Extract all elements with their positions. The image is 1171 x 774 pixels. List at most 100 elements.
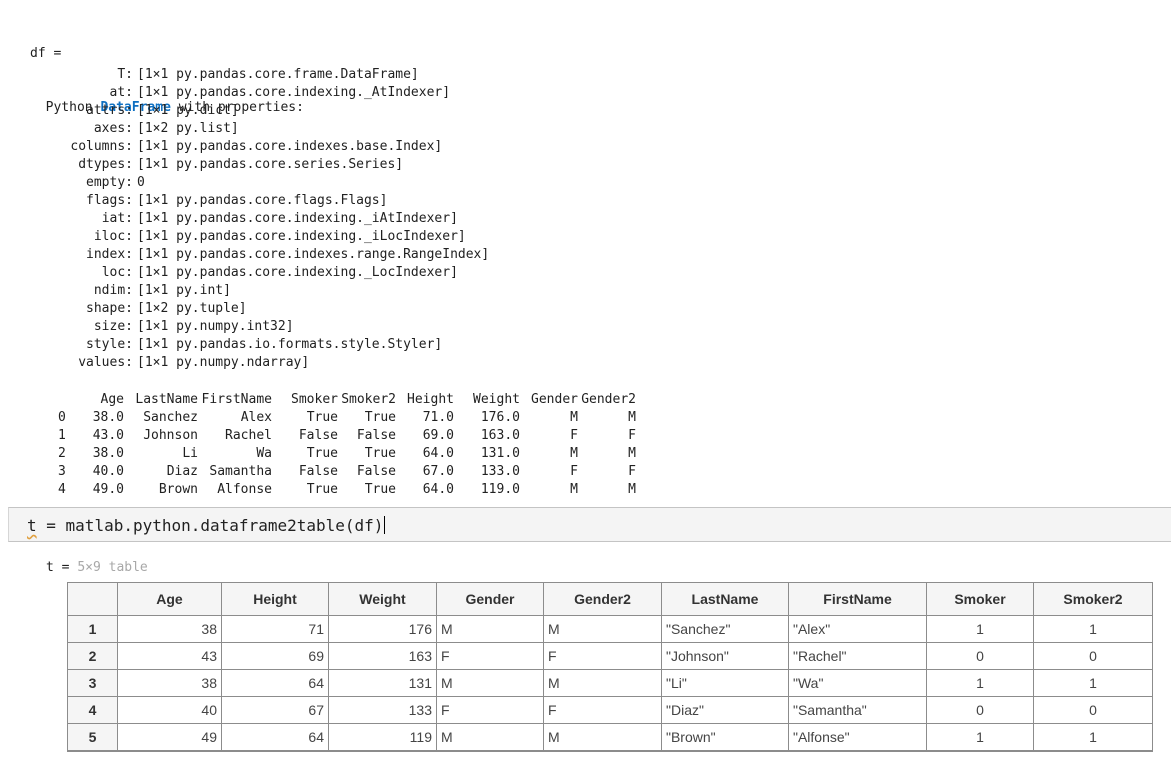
property-name: dtypes: — [78, 157, 133, 172]
table-column-header[interactable]: Gender2 — [543, 582, 662, 616]
pandas-cell: 131.0 — [480, 446, 520, 461]
table-cell[interactable]: 64 — [221, 723, 329, 751]
variable-name-line: df = — [30, 46, 62, 61]
table-cell[interactable]: 1 — [926, 615, 1034, 643]
pandas-row-index: 2 — [58, 446, 66, 461]
table-cell[interactable]: M — [436, 669, 544, 697]
table-cell[interactable]: F — [543, 696, 662, 724]
table-cell[interactable]: M — [436, 723, 544, 751]
table-cell[interactable]: 49 — [117, 723, 222, 751]
pandas-row-index: 4 — [58, 482, 66, 497]
pandas-cell: F — [628, 428, 636, 443]
pandas-cell: True — [306, 482, 338, 497]
property-value: [1×1 py.pandas.core.flags.Flags] — [137, 193, 388, 208]
table-row: 2 43 69 163 F F "Johnson" "Rachel" 0 0 — [67, 642, 1153, 670]
table-cell[interactable]: 119 — [328, 723, 437, 751]
command-text[interactable]: t = matlab.python.dataframe2table(df) — [27, 516, 386, 535]
table-cell[interactable]: 131 — [328, 669, 437, 697]
command-expression: = matlab.python.dataframe2table(df) — [36, 516, 384, 535]
table-column-header[interactable]: Age — [117, 582, 222, 616]
pandas-cell: False — [356, 464, 396, 479]
table-cell[interactable]: F — [436, 642, 544, 670]
property-name: index: — [86, 247, 133, 262]
table-cell[interactable]: "Alfonse" — [788, 723, 927, 751]
pandas-cell: True — [306, 446, 338, 461]
pandas-cell: 71.0 — [422, 410, 454, 425]
table-cell[interactable]: M — [436, 615, 544, 643]
table-cell[interactable]: 67 — [221, 696, 329, 724]
table-cell[interactable]: 1 — [1033, 723, 1153, 751]
table-cell[interactable]: "Sanchez" — [661, 615, 789, 643]
pandas-row: 3 40.0 Diaz Samantha False False 67.0 133.0 F F — [58, 463, 636, 481]
command-input[interactable]: t = matlab.python.dataframe2table(df) — [8, 507, 1171, 542]
table-cell[interactable]: 1 — [1033, 669, 1153, 697]
table-cell[interactable]: "Johnson" — [661, 642, 789, 670]
table-cell[interactable]: 0 — [926, 696, 1034, 724]
table-column-header[interactable]: Smoker2 — [1033, 582, 1153, 616]
table-cell[interactable]: 1 — [926, 723, 1034, 751]
table-cell[interactable]: 176 — [328, 615, 437, 643]
table-cell[interactable]: 71 — [221, 615, 329, 643]
pandas-cell: Wa — [256, 446, 272, 461]
property-row: T: [1×1 py.pandas.core.frame.DataFrame] — [0, 66, 489, 84]
table-cell[interactable]: 1 — [1033, 615, 1153, 643]
pandas-column-header — [58, 391, 80, 409]
pandas-row-index: 1 — [58, 428, 66, 443]
table-cell[interactable]: "Wa" — [788, 669, 927, 697]
table-cell[interactable]: 38 — [117, 669, 222, 697]
table-cell[interactable]: 38 — [117, 615, 222, 643]
table-cell[interactable]: 64 — [221, 669, 329, 697]
table-cell[interactable]: 133 — [328, 696, 437, 724]
pandas-cell: M — [628, 410, 636, 425]
table-column-header[interactable]: Weight — [328, 582, 437, 616]
table-cell[interactable]: "Alex" — [788, 615, 927, 643]
table-cell[interactable]: M — [543, 615, 662, 643]
property-value: [1×1 py.pandas.core.indexing._LocIndexer… — [137, 265, 458, 280]
table-column-header[interactable]: Gender — [436, 582, 544, 616]
pandas-cell: 43.0 — [92, 428, 124, 443]
pandas-cell: True — [364, 446, 396, 461]
table-column-header[interactable]: Smoker — [926, 582, 1034, 616]
property-row: shape: [1×2 py.tuple] — [0, 300, 489, 318]
property-row: at: [1×1 py.pandas.core.indexing._AtIndex… — [0, 84, 489, 102]
table-cell[interactable]: M — [543, 669, 662, 697]
property-value: [1×1 py.pandas.core.series.Series] — [137, 157, 404, 172]
pandas-cell: Diaz — [166, 464, 198, 479]
pandas-column-header: Weight — [473, 392, 520, 407]
property-value: [1×1 py.pandas.core.indexing._iLocIndexe… — [137, 229, 466, 244]
pandas-cell: False — [298, 428, 338, 443]
table-cell[interactable]: 163 — [328, 642, 437, 670]
pandas-cell: 49.0 — [92, 482, 124, 497]
pandas-cell: Brown — [158, 482, 198, 497]
table-cell[interactable]: 69 — [221, 642, 329, 670]
table-cell[interactable]: 1 — [926, 669, 1034, 697]
pandas-column-header: Smoker — [291, 392, 338, 407]
property-name: ndim: — [93, 283, 133, 298]
table-cell[interactable]: 43 — [117, 642, 222, 670]
table-cell[interactable]: "Samantha" — [788, 696, 927, 724]
table-cell[interactable]: F — [543, 642, 662, 670]
property-value: [1×1 py.numpy.int32] — [137, 319, 294, 334]
table-cell[interactable]: M — [543, 723, 662, 751]
table-cell[interactable]: "Diaz" — [661, 696, 789, 724]
table-cell[interactable]: 40 — [117, 696, 222, 724]
table-cell[interactable]: "Rachel" — [788, 642, 927, 670]
table-cell[interactable]: F — [436, 696, 544, 724]
table-cell[interactable]: "Li" — [661, 669, 789, 697]
property-row: loc: [1×1 py.pandas.core.indexing._LocInd… — [0, 264, 489, 282]
pandas-cell: F — [570, 428, 578, 443]
table-cell[interactable]: 0 — [1033, 642, 1153, 670]
property-name: T: — [117, 67, 133, 82]
property-row: size: [1×1 py.numpy.int32] — [0, 318, 489, 336]
table-column-header[interactable]: Height — [221, 582, 329, 616]
pandas-cell: 38.0 — [92, 446, 124, 461]
table-column-header[interactable]: LastName — [661, 582, 789, 616]
pandas-cell: 38.0 — [92, 410, 124, 425]
property-value: [1×2 py.tuple] — [137, 301, 247, 316]
table-cell[interactable]: "Brown" — [661, 723, 789, 751]
pandas-cell: Rachel — [225, 428, 272, 443]
table-column-header[interactable]: FirstName — [788, 582, 927, 616]
table-cell[interactable]: 0 — [926, 642, 1034, 670]
pandas-column-header: Height — [407, 392, 454, 407]
table-cell[interactable]: 0 — [1033, 696, 1153, 724]
